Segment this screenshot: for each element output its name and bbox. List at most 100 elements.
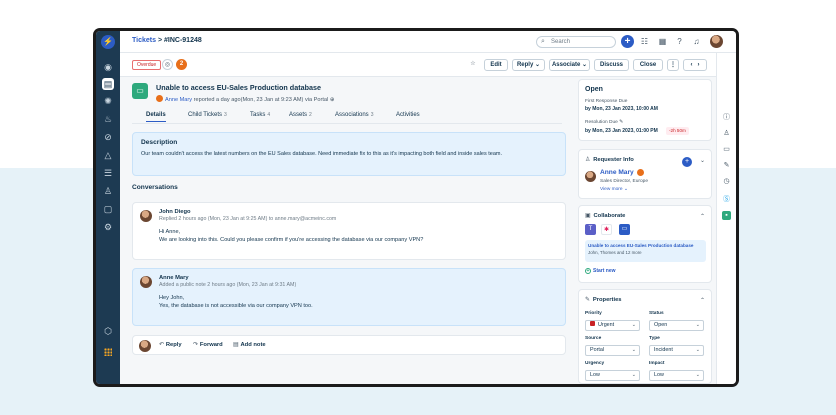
clock-icon[interactable]: ◷ xyxy=(722,177,731,186)
overdue-badge: Overdue xyxy=(132,60,162,70)
app-logo-icon[interactable]: ⚡ xyxy=(101,35,115,49)
associate-button[interactable]: Associate ⌄ xyxy=(549,59,590,71)
collaborate-icon: ▣ xyxy=(585,213,591,219)
previous-ticket-icon[interactable]: ‹ xyxy=(690,62,692,68)
reply-action-button[interactable]: ↶ Reply xyxy=(159,342,182,348)
close-ticket-button[interactable]: Close xyxy=(633,59,663,71)
search-icon: ⌕ xyxy=(541,38,545,45)
edit-pen-icon[interactable]: ✎ xyxy=(619,120,623,125)
requester-name[interactable]: Anne Mary xyxy=(600,169,634,176)
edit-button[interactable]: Edit xyxy=(484,59,508,71)
tab-associations[interactable]: Associations 3 xyxy=(335,112,373,118)
start-new-button[interactable]: + Start new xyxy=(585,268,616,274)
status-card: Open First Response Due by Mon, 23 Jan 2… xyxy=(578,79,712,141)
tab-label: Child Tickets xyxy=(188,112,223,118)
overdue-timer: -2h 50m xyxy=(666,127,689,135)
ticket-title: Unable to access EU-Sales Production dat… xyxy=(156,83,321,92)
person-icon: ♙ xyxy=(585,157,591,163)
slack-icon[interactable]: ✱ xyxy=(601,224,612,235)
search-input[interactable]: ⌕ Search xyxy=(536,36,616,48)
breadcrumb-tickets-link[interactable]: Tickets xyxy=(132,37,156,44)
tab-child-tickets[interactable]: Child Tickets 3 xyxy=(188,112,227,118)
vip-badge-icon xyxy=(637,169,644,176)
add-note-button[interactable]: ▤ Add note xyxy=(233,342,266,348)
reports-icon[interactable]: ▢ xyxy=(102,203,114,215)
chevron-up-icon[interactable]: ⌃ xyxy=(700,297,705,304)
tab-details[interactable]: Details xyxy=(146,112,166,122)
dashboard-icon[interactable]: ◉ xyxy=(102,61,114,73)
reply-label: Reply xyxy=(165,342,182,348)
watchers-eye-icon[interactable]: ◎ xyxy=(162,59,173,70)
tab-assets[interactable]: Assets 2 xyxy=(289,112,312,118)
assets-icon[interactable]: ☰ xyxy=(102,167,114,179)
urgency-value: Low xyxy=(590,372,600,378)
app-screen: ⚡ ◉ ▤ ✺ ♨ ⊘ △ ☰ ♙ ▢ ⚙ ⬡ Tickets > #INC-9… xyxy=(96,31,736,384)
status-value: Open xyxy=(654,322,668,328)
chevron-up-icon[interactable]: ⌃ xyxy=(700,213,705,220)
message-line: Hi Anne, xyxy=(159,229,181,235)
user-avatar[interactable] xyxy=(710,35,723,48)
chevron-down-icon[interactable]: ⌄ xyxy=(700,157,705,164)
left-nav: ⚡ ◉ ▤ ✺ ♨ ⊘ △ ☰ ♙ ▢ ⚙ ⬡ xyxy=(96,31,120,384)
right-rail: ⓘ ♙ ▭ ✎ ◷ Ⓢ ▪ xyxy=(716,53,736,384)
source-value: Portal xyxy=(590,347,605,353)
changes-icon[interactable]: ♨ xyxy=(102,113,114,125)
alerts-icon[interactable]: △ xyxy=(102,149,114,161)
impact-select[interactable]: Low ⌄ xyxy=(649,370,704,381)
source-select[interactable]: Portal ⌄ xyxy=(585,345,640,356)
priority-select[interactable]: Urgent ⌄ xyxy=(585,320,640,331)
collaborate-title: Collaborate xyxy=(593,213,626,219)
info-icon[interactable]: ⓘ xyxy=(722,113,731,122)
tab-activities[interactable]: Activities xyxy=(396,112,420,118)
collaboration-members: John, Thomes and 12 more xyxy=(588,250,642,255)
breadcrumb-separator: > xyxy=(157,37,163,44)
ticket-status: Open xyxy=(585,86,603,93)
reply-button[interactable]: Reply ⌄ xyxy=(512,59,545,71)
chat-app-icon[interactable]: ▭ xyxy=(619,224,630,235)
description-text: Our team couldn't access the latest numb… xyxy=(141,151,503,157)
next-ticket-icon[interactable]: › xyxy=(698,62,700,68)
conversation-note: Anne Mary Added a public note 2 hours ag… xyxy=(132,268,566,326)
add-requester-button[interactable]: + xyxy=(682,157,692,167)
requester-link[interactable]: Anne Mary xyxy=(165,97,192,103)
help-icon[interactable]: ? xyxy=(675,37,684,46)
type-value: Incident xyxy=(654,347,673,353)
collaboration-item[interactable]: Unable to access EU-Sales Production dat… xyxy=(585,240,706,262)
requester-mini-avatar xyxy=(156,95,163,102)
cube-icon[interactable]: ⬡ xyxy=(102,325,114,337)
edit-pen-icon[interactable]: ✎ xyxy=(722,161,731,170)
teams-icon[interactable]: T xyxy=(585,224,596,235)
status-select[interactable]: Open ⌄ xyxy=(649,320,704,331)
contacts-icon[interactable]: ♙ xyxy=(102,185,114,197)
notification-bell-icon[interactable]: ♫ xyxy=(692,37,701,46)
message-body: Hi Anne, We are looking into this. Could… xyxy=(159,228,557,244)
view-more-link[interactable]: View more ⌄ xyxy=(600,187,628,192)
more-options-button[interactable]: ⋮ xyxy=(667,59,679,71)
discuss-button[interactable]: Discuss xyxy=(594,59,629,71)
chat-icon[interactable]: ▭ xyxy=(722,145,731,154)
contact-icon[interactable]: ♙ xyxy=(722,129,731,138)
reply-icon: ↶ xyxy=(159,342,164,348)
tab-tasks[interactable]: Tasks 4 xyxy=(250,112,270,118)
releases-icon[interactable]: ⊘ xyxy=(102,131,114,143)
skype-icon[interactable]: Ⓢ xyxy=(722,195,731,204)
urgency-select[interactable]: Low ⌄ xyxy=(585,370,640,381)
laptop-frame: ⚡ ◉ ▤ ✺ ♨ ⊘ △ ☰ ♙ ▢ ⚙ ⬡ Tickets > #INC-9… xyxy=(93,28,739,387)
star-icon[interactable]: ☆ xyxy=(466,59,480,71)
problems-icon[interactable]: ✺ xyxy=(102,95,114,107)
apps-grid-icon[interactable] xyxy=(104,348,112,356)
calendar-icon[interactable]: ▦ xyxy=(658,37,667,46)
green-app-icon[interactable]: ▪ xyxy=(722,211,731,220)
settings-icon[interactable]: ⚙ xyxy=(102,221,114,233)
message-meta: Replied 2 hours ago (Mon, 23 Jan at 9:25… xyxy=(159,216,337,222)
requester-role: Sales Director, Europe xyxy=(600,179,648,184)
create-new-button[interactable]: + xyxy=(621,35,634,48)
first-response-label: First Response Due xyxy=(585,99,628,104)
watchers-count-badge[interactable]: 2 xyxy=(176,59,187,70)
tickets-icon[interactable]: ▤ xyxy=(102,78,114,90)
list-icon[interactable]: ☷ xyxy=(640,37,649,46)
type-select[interactable]: Incident ⌄ xyxy=(649,345,704,356)
message-line: We are looking into this. Could you plea… xyxy=(159,237,424,243)
forward-action-button[interactable]: ↷ Forward xyxy=(193,342,223,348)
type-label: Type xyxy=(649,336,660,341)
